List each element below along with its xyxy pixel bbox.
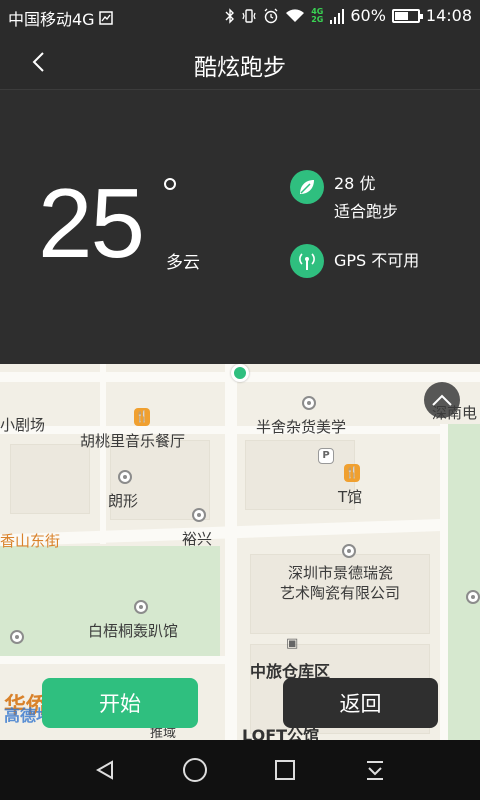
chevron-up-icon xyxy=(432,394,452,406)
parking-icon[interactable]: P xyxy=(318,448,334,464)
poi-marker-icon[interactable] xyxy=(192,508,206,522)
map-road xyxy=(0,426,480,434)
air-quality-text: 28 优 适合跑步 xyxy=(334,170,398,226)
nav-back-button[interactable] xyxy=(85,750,125,790)
battery-icon xyxy=(391,8,423,23)
poi-banshe-store[interactable]: 半舍杂货美学 xyxy=(256,416,346,437)
poi-jingdezhen-1[interactable]: 深圳市景德瑞瓷 xyxy=(288,562,393,583)
battery-fill xyxy=(394,11,408,20)
poi-marker-icon[interactable] xyxy=(134,600,148,614)
page-title: 酷炫跑步 xyxy=(194,55,286,81)
restaurant-icon[interactable]: 🍴 xyxy=(344,464,360,482)
return-button[interactable]: 返回 xyxy=(283,678,438,728)
nav-recents-button[interactable] xyxy=(265,750,305,790)
vibrate-icon xyxy=(241,8,257,24)
poi-marker-icon[interactable] xyxy=(466,590,480,604)
air-quality-row: 28 优 适合跑步 xyxy=(290,170,398,226)
poi-jingdezhen-2[interactable]: 艺术陶瓷有限公司 xyxy=(280,582,400,603)
network-type: 4G 2G xyxy=(311,7,324,24)
start-button[interactable]: 开始 xyxy=(42,678,198,728)
restaurant-icon[interactable]: 🍴 xyxy=(134,408,150,426)
nav-notification-button[interactable] xyxy=(355,750,395,790)
circle-home-icon xyxy=(183,758,207,782)
map-road xyxy=(100,364,106,544)
battery-percent: 60% xyxy=(350,6,386,25)
map-road xyxy=(225,364,237,740)
gps-signal-icon xyxy=(290,244,324,278)
status-left: 中国移动4G xyxy=(8,6,113,30)
degree-symbol xyxy=(164,178,176,190)
map-road xyxy=(0,517,480,547)
clock: 14:08 xyxy=(425,6,472,25)
gps-row: GPS 不可用 xyxy=(290,244,419,278)
collapse-map-button[interactable] xyxy=(424,382,460,418)
poi-marker-icon[interactable] xyxy=(302,396,316,410)
map-block xyxy=(10,444,90,514)
poi-walnut-restaurant[interactable]: 胡桃里音乐餐厅 xyxy=(80,430,185,451)
screen: 中国移动4G 4G 2G 60% 14:08 酷炫跑步 25 多云 28 优 适… xyxy=(0,0,480,800)
status-bar: 中国移动4G 4G 2G 60% 14:08 xyxy=(0,0,480,34)
temperature-value: 25 xyxy=(38,168,145,278)
poi-marker-icon[interactable] xyxy=(118,470,132,484)
poi-baiwutong[interactable]: 白梧桐轰趴馆 xyxy=(88,620,178,641)
navigation-bar xyxy=(0,740,480,800)
leaf-icon xyxy=(290,170,324,204)
bluetooth-icon xyxy=(225,7,235,24)
title-bar: 酷炫跑步 xyxy=(0,34,480,90)
network-bottom: 2G xyxy=(311,14,324,24)
signal-icon xyxy=(330,8,345,24)
street-xiangshan-east: 香山东街 xyxy=(0,532,61,550)
image-notification-icon xyxy=(98,11,113,25)
poi-marker-icon[interactable] xyxy=(342,544,356,558)
nav-home-button[interactable] xyxy=(175,750,215,790)
wifi-icon xyxy=(285,8,305,24)
map-park xyxy=(448,424,480,740)
weather-condition: 多云 xyxy=(166,253,200,273)
alarm-icon xyxy=(263,8,279,24)
poi-theater[interactable]: 小剧场 xyxy=(0,414,45,435)
running-advice: 适合跑步 xyxy=(334,202,399,221)
poi-langxing[interactable]: 朗形 xyxy=(108,490,138,511)
building-icon[interactable]: ▣ xyxy=(286,636,298,651)
triangle-back-icon xyxy=(95,760,113,780)
current-location-marker xyxy=(231,364,249,382)
map-road xyxy=(0,656,230,664)
gps-status: GPS 不可用 xyxy=(334,251,420,270)
weather-panel: 25 多云 28 优 适合跑步 GPS 不可用 xyxy=(0,90,480,364)
pull-down-icon xyxy=(367,761,383,780)
poi-marker-icon[interactable] xyxy=(10,630,24,644)
poi-yuxing[interactable]: 裕兴 xyxy=(182,528,212,549)
status-right: 4G 2G 60% 14:08 xyxy=(225,6,472,25)
carrier-label: 中国移动4G xyxy=(8,10,95,29)
square-recents-icon xyxy=(275,760,295,780)
air-quality-value: 28 优 xyxy=(334,174,376,193)
poi-t-hall[interactable]: T馆 xyxy=(338,486,362,507)
